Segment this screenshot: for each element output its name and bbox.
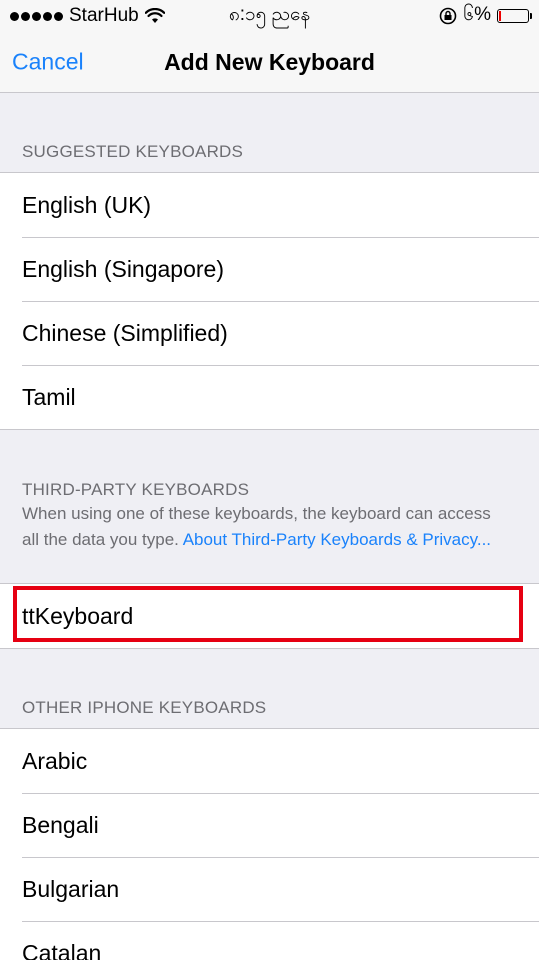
keyboard-label: English (UK) [22,191,152,218]
list-item-tamil[interactable]: Tamil [0,365,539,429]
list-item-chinese-simplified[interactable]: Chinese (Simplified) [0,301,539,365]
section-header-suggested: SUGGESTED KEYBOARDS [22,142,244,161]
battery-icon [497,9,532,23]
keyboard-label: Tamil [22,383,76,410]
status-time: ၈:၁၅ ညနေ [228,4,311,25]
carrier-name: StarHub [69,5,139,26]
navigation-bar: Cancel Add New Keyboard [0,32,539,93]
third-party-keyboards-list: ttKeyboard [0,583,539,649]
status-left: StarHub [10,5,165,27]
third-party-description: When using one of these keyboards, the k… [22,501,509,553]
cancel-button[interactable]: Cancel [12,49,84,76]
third-party-privacy-link[interactable]: About Third-Party Keyboards & Privacy... [183,530,491,549]
list-item-catalan[interactable]: Catalan [0,921,539,960]
section-header-third-party: THIRD-PARTY KEYBOARDS [22,480,250,499]
keyboard-label: Bulgarian [22,875,120,902]
page-title: Add New Keyboard [164,48,375,75]
battery-fill [499,11,501,21]
keyboard-label: English (Singapore) [22,255,225,282]
keyboard-label: ttKeyboard [22,602,134,629]
list-item-english-uk[interactable]: English (UK) [0,173,539,237]
section-header-other: OTHER IPHONE KEYBOARDS [22,698,267,717]
screen: StarHub ၈:၁၅ ညနေ ၆% Cancel Add New Keybo… [0,0,539,960]
list-item-arabic[interactable]: Arabic [0,729,539,793]
list-item-ttkeyboard[interactable]: ttKeyboard [0,584,539,648]
status-right: ၆% [439,2,532,30]
rotation-lock-icon [439,7,457,25]
other-keyboards-list: Arabic Bengali Bulgarian Catalan [0,728,539,960]
list-item-english-singapore[interactable]: English (Singapore) [0,237,539,301]
keyboard-label: Arabic [22,747,88,774]
suggested-keyboards-list: English (UK) English (Singapore) Chinese… [0,172,539,430]
battery-percent: ၆% [463,4,491,25]
status-bar: StarHub ၈:၁၅ ညနေ ၆% [0,0,539,32]
list-item-bengali[interactable]: Bengali [0,793,539,857]
keyboard-label: Chinese (Simplified) [22,319,228,346]
list-item-bulgarian[interactable]: Bulgarian [0,857,539,921]
wifi-icon [144,8,165,24]
keyboard-label: Catalan [22,939,102,960]
signal-strength-icon [10,11,63,21]
keyboard-label: Bengali [22,811,99,838]
